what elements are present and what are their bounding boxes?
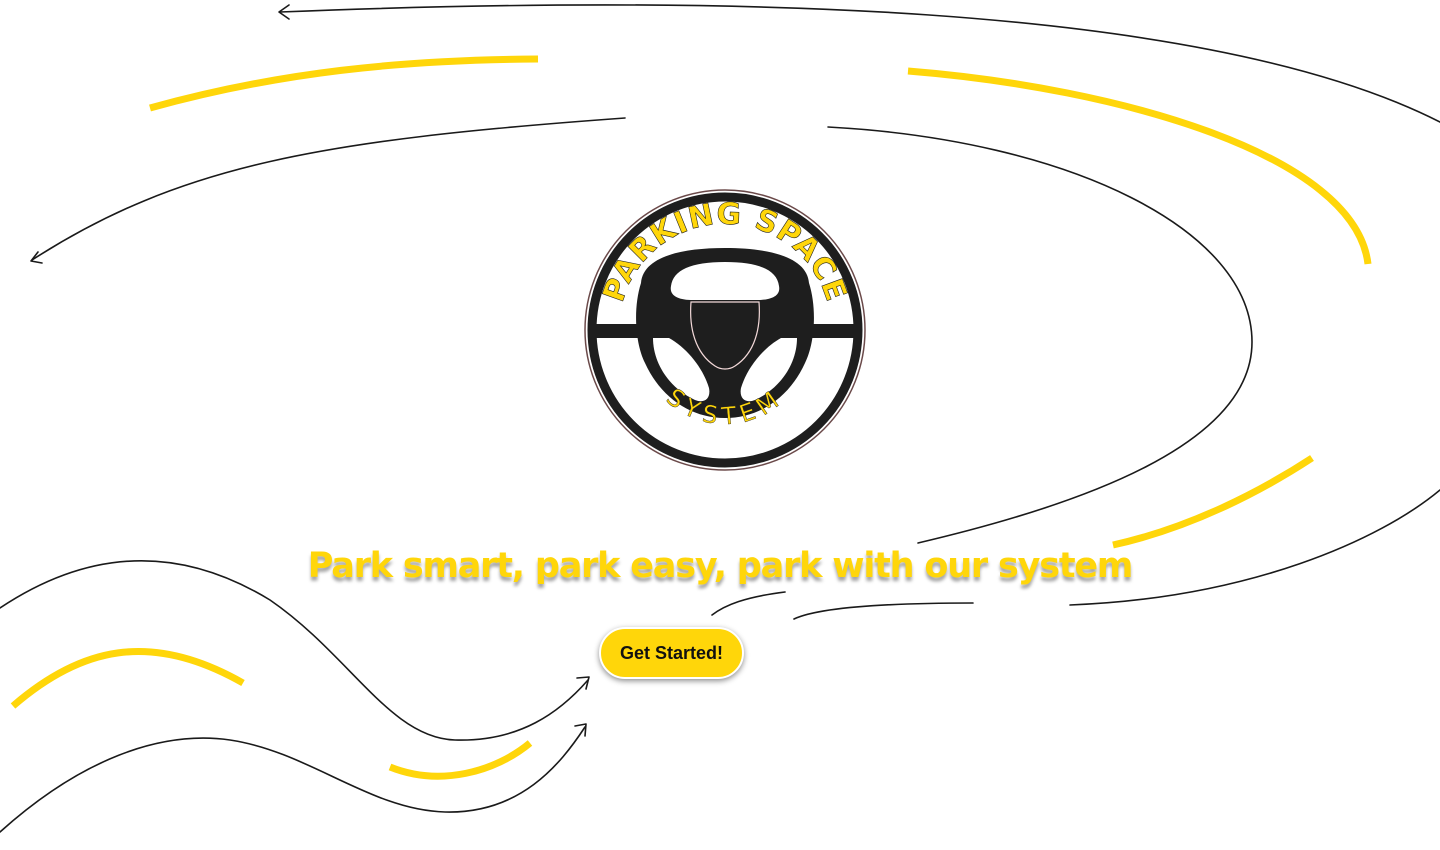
black-wave-line [0, 560, 589, 741]
yellow-swoosh [388, 740, 533, 780]
yellow-swoosh [149, 55, 539, 112]
hero-tagline: Park smart, park easy, park with our sys… [307, 546, 1134, 586]
get-started-button[interactable]: Get Started! [599, 627, 744, 679]
black-arc-line [31, 117, 626, 261]
yellow-swoosh [907, 67, 1372, 265]
black-arc-line [793, 602, 974, 620]
black-arc-line [711, 591, 786, 616]
black-arc-line [827, 126, 1253, 544]
yellow-swoosh [1112, 455, 1314, 549]
yellow-swoosh [10, 647, 245, 709]
landing-page: PARKING SPACE SYSTEM Park smart, park ea… [0, 0, 1440, 850]
logo: PARKING SPACE SYSTEM [583, 188, 867, 472]
arrow-up-right-icon [576, 676, 590, 690]
parking-space-system-logo: PARKING SPACE SYSTEM [584, 189, 866, 471]
black-wave-line [0, 726, 586, 833]
